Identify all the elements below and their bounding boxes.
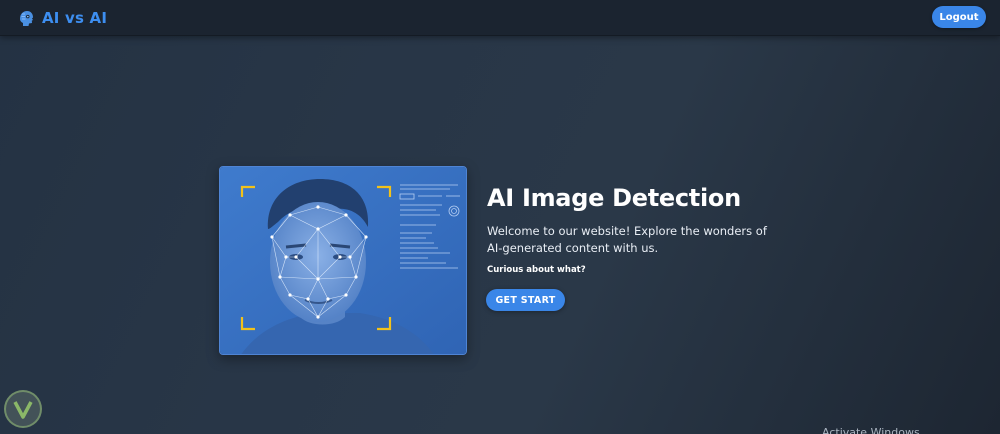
- robot-head-icon: [20, 11, 33, 26]
- navbar: AI vs AI Logout: [0, 0, 1000, 36]
- get-start-button[interactable]: GET START: [486, 289, 565, 311]
- brand-name: AI vs AI: [42, 9, 108, 27]
- hero-subtitle: Curious about what?: [487, 265, 586, 275]
- logout-button[interactable]: Logout: [932, 6, 986, 28]
- hero-description: Welcome to our website! Explore the wond…: [487, 224, 767, 255]
- brand[interactable]: AI vs AI: [16, 7, 107, 29]
- activate-windows-text: Activate Windows: [822, 426, 920, 434]
- v-logo-icon: [4, 390, 42, 428]
- page-title: AI Image Detection: [487, 184, 741, 212]
- face-detection-image: [219, 166, 467, 355]
